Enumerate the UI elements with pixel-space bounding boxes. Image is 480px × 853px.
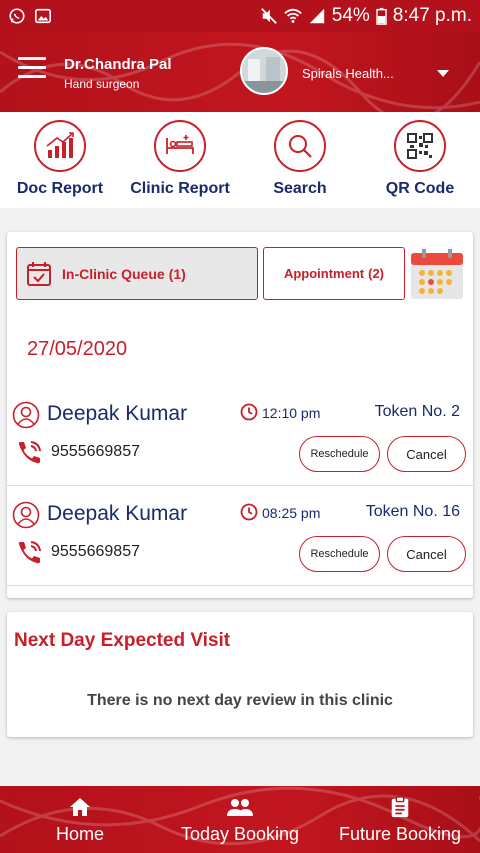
tab-in-clinic-queue-label: In-Clinic Queue (62, 265, 165, 282)
token-number: Token No. 2 (374, 403, 460, 420)
clinic-photo-icon (242, 49, 286, 93)
person-icon (12, 501, 40, 529)
appointment-time: 12:10 pm (262, 405, 321, 421)
cancel-button[interactable]: Cancel (387, 536, 466, 572)
qr-code-icon (407, 133, 433, 159)
nav-home-label: Home (55, 824, 104, 844)
patient-phone[interactable]: 9555669857 (51, 543, 140, 561)
search-icon (289, 135, 312, 158)
nav-future-booking[interactable]: Future Booking (320, 786, 480, 853)
qr-icon-circle (394, 120, 446, 172)
qr-code-label: QR Code (385, 180, 455, 197)
token-number: Token No. 16 (365, 503, 460, 520)
next-day-title: Next Day Expected Visit (14, 630, 231, 651)
doc-report-icon-circle (34, 120, 86, 172)
phone-call-icon[interactable] (16, 540, 42, 566)
doctor-specialty: Hand surgeon (64, 77, 140, 91)
calendar-picker-icon[interactable] (410, 249, 464, 300)
person-icon (12, 401, 40, 429)
tab-appointment-count: (2) (368, 266, 385, 281)
clock-icon (240, 403, 258, 421)
tab-in-clinic-queue-count: (1) (168, 265, 186, 282)
app-header: Dr.Chandra Pal Hand surgeon Spirals Heal… (0, 32, 480, 112)
clinic-name: Spirals Health... (302, 65, 394, 81)
reschedule-button[interactable]: Reschedule (299, 536, 380, 572)
queue-date: 27/05/2020 (27, 338, 128, 360)
search-button[interactable]: Search (240, 112, 360, 208)
clinic-report-label: Clinic Report (130, 180, 230, 197)
next-day-card: Next Day Expected Visit There is no next… (7, 612, 473, 737)
hospital-bed-icon (166, 135, 194, 154)
doctor-name: Dr.Chandra Pal (64, 56, 172, 73)
tab-appointment[interactable]: Appointment (2) (263, 247, 405, 300)
nav-home[interactable]: Home (0, 786, 160, 853)
bottom-navigation: Home Today Booking Future Booking (0, 786, 480, 853)
patient-phone[interactable]: 9555669857 (51, 443, 140, 461)
cancel-button[interactable]: Cancel (387, 436, 466, 472)
nav-future-booking-label: Future Booking (338, 824, 462, 844)
qr-code-button[interactable]: QR Code (360, 112, 480, 208)
doc-report-button[interactable]: Doc Report (0, 112, 120, 208)
phone-call-icon[interactable] (16, 440, 42, 466)
chart-growth-icon (46, 132, 74, 158)
clock-icon (240, 503, 258, 521)
appointment-time: 08:25 pm (262, 505, 321, 521)
clinic-selector[interactable]: Spirals Health... (302, 62, 462, 84)
next-day-empty-message: There is no next day review in this clin… (87, 692, 393, 709)
clinic-avatar[interactable] (240, 47, 288, 95)
patient-row: Deepak Kumar 08:25 pm Token No. 16 95556… (7, 486, 473, 586)
search-icon-circle (274, 120, 326, 172)
reschedule-button[interactable]: Reschedule (299, 436, 380, 472)
clinic-report-button[interactable]: Clinic Report (120, 112, 240, 208)
hamburger-menu-icon[interactable] (18, 57, 46, 79)
wifi-icon (284, 8, 302, 23)
patient-name: Deepak Kumar (47, 402, 188, 425)
doc-report-label: Doc Report (16, 180, 104, 197)
battery-percent: 54% (331, 5, 370, 26)
tab-in-clinic-queue[interactable]: In-Clinic Queue (1) (16, 247, 258, 300)
signal-icon (309, 8, 324, 24)
quick-actions: Doc Report Clinic Report Search QR Code (0, 112, 480, 208)
calendar-check-icon (27, 261, 51, 286)
gallery-icon (34, 8, 52, 24)
whatsapp-icon (9, 8, 25, 24)
mute-icon (260, 8, 277, 24)
chevron-down-icon (437, 69, 449, 77)
queue-card: In-Clinic Queue (1) Appointment (2) 27/0… (7, 232, 473, 598)
tab-appointment-label: Appointment (283, 266, 365, 281)
search-label: Search (273, 180, 327, 197)
home-icon (70, 798, 90, 816)
patient-name: Deepak Kumar (47, 502, 188, 525)
clipboard-icon (391, 796, 409, 818)
status-bar: 54% 8:47 p.m. (0, 0, 480, 32)
people-icon (227, 799, 253, 816)
clock-time: 8:47 p.m. (392, 5, 472, 26)
nav-today-booking[interactable]: Today Booking (160, 786, 320, 853)
patient-row: Deepak Kumar 12:10 pm Token No. 2 955566… (7, 386, 473, 486)
clinic-report-icon-circle (154, 120, 206, 172)
battery-icon (376, 7, 387, 25)
nav-today-booking-label: Today Booking (180, 824, 300, 844)
